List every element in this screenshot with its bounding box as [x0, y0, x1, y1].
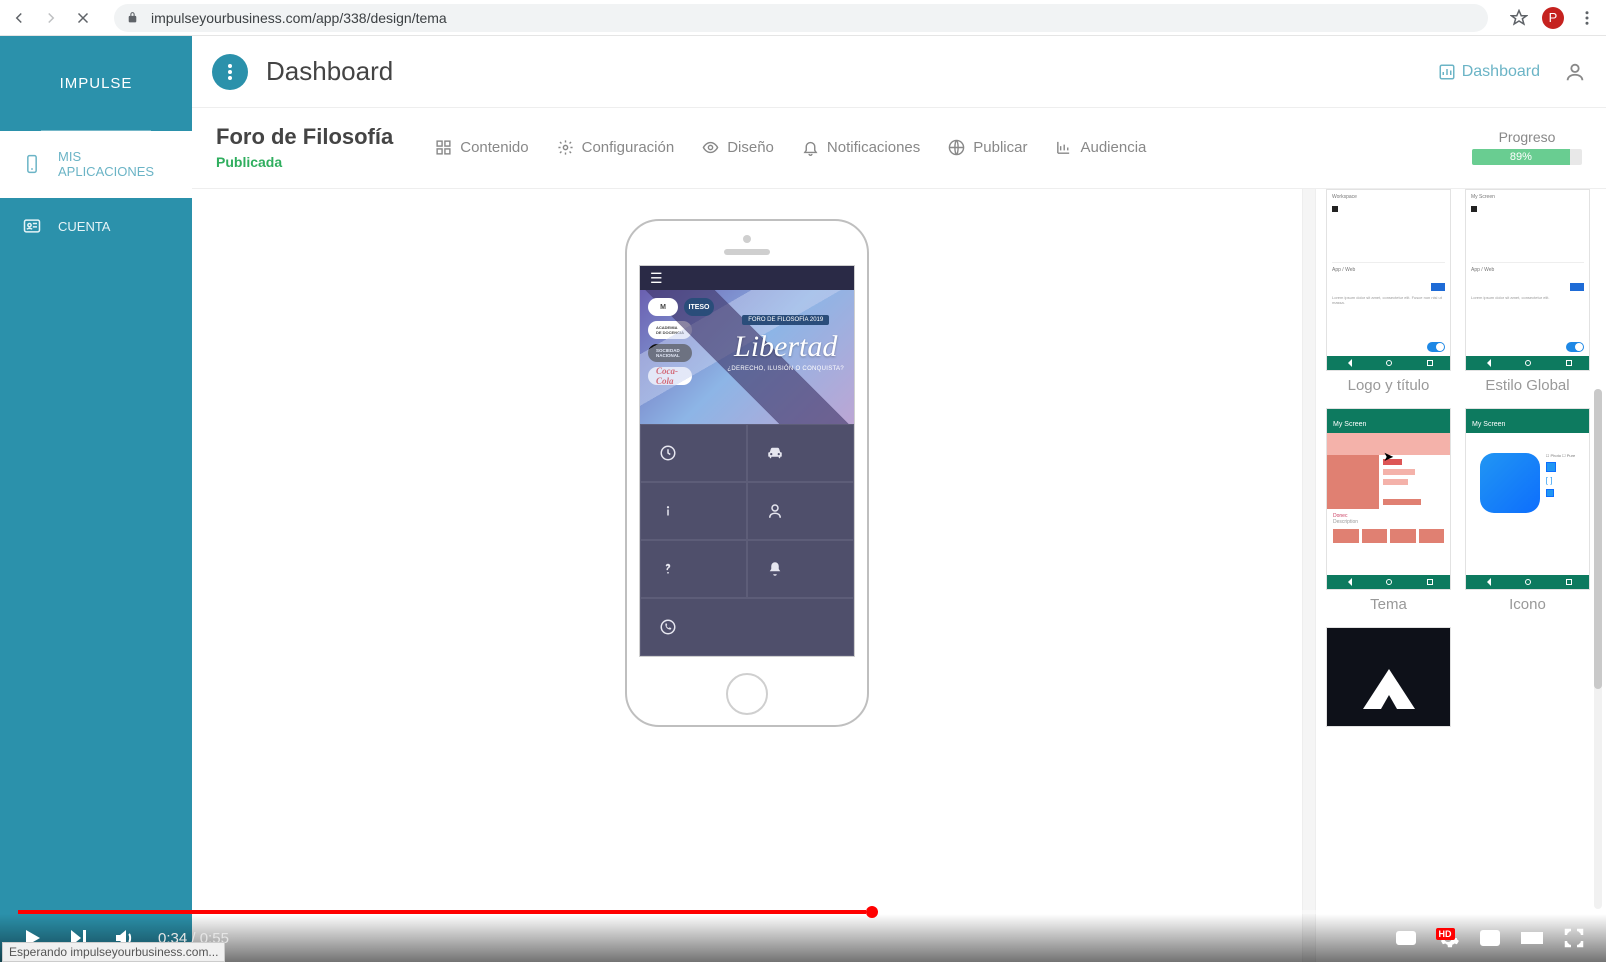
progress-label: Progreso — [1499, 129, 1556, 145]
sidebar-item-label: MIS APLICACIONES — [58, 149, 170, 179]
profile-avatar[interactable]: P — [1542, 7, 1564, 29]
theme-label: Tema — [1326, 596, 1451, 613]
theme-card-icono[interactable]: My Screen ☐ Photo ☐ Pure [ ] — [1465, 408, 1590, 613]
eye-icon — [702, 139, 719, 156]
menu-cell[interactable] — [640, 540, 747, 598]
banner-title: Libertad — [727, 330, 844, 364]
cursor-icon: ➤ — [1383, 449, 1394, 465]
hamburger-icon[interactable]: ☰ — [650, 270, 663, 287]
phone-mockup: ☰ M ITESO ACADEMIA DE DOCENCIA SOCIEDAD … — [625, 219, 869, 727]
sidebar-item-apps[interactable]: MIS APLICACIONES — [0, 131, 192, 198]
app-tabbar: Foro de Filosofía Publicada Contenido Co… — [192, 108, 1606, 189]
theme-card-estilo[interactable]: My Screen App / Web Lorem ipsum dolor si… — [1465, 189, 1590, 394]
main-content: Dashboard Dashboard Foro de Filosofía Pu… — [192, 36, 1606, 962]
url-text: impulseyourbusiness.com/app/338/design/t… — [151, 10, 447, 26]
progress-value: 89% — [1472, 149, 1570, 165]
back-button[interactable] — [10, 9, 28, 27]
sponsor-pill: SOCIEDAD NACIONAL — [648, 344, 692, 362]
tab-configuracion[interactable]: Configuración — [557, 139, 675, 156]
theme-card-screen[interactable] — [1326, 627, 1451, 727]
sponsor-logo: M — [648, 298, 678, 316]
address-bar[interactable]: impulseyourbusiness.com/app/338/design/t… — [114, 4, 1488, 32]
app-status: Publicada — [216, 154, 393, 170]
theme-card-logo[interactable]: Workspace App / Web Lorem ipsum dolor si… — [1326, 189, 1451, 394]
tab-diseno[interactable]: Diseño — [702, 139, 774, 156]
menu-cell[interactable] — [640, 424, 747, 482]
menu-cell[interactable] — [747, 424, 854, 482]
lock-icon — [126, 11, 139, 24]
sidebar: IMPULSE MIS APLICACIONES CUENTA — [0, 36, 192, 962]
bell-icon — [766, 560, 784, 578]
menu-cell[interactable] — [640, 598, 854, 656]
sponsor-pill: Coca-Cola — [648, 367, 692, 385]
globe-icon — [948, 139, 965, 156]
banner-top-label: FORO DE FILOSOFÍA 2019 — [742, 315, 829, 325]
forward-button[interactable] — [42, 9, 60, 27]
sponsor-pill: ACADEMIA DE DOCENCIA — [648, 321, 692, 339]
scroll-gap — [1302, 189, 1316, 962]
app-menu-grid — [640, 424, 854, 656]
theme-label: Logo y título — [1326, 377, 1451, 394]
banner-subtitle: ¿DERECHO, ILUSIÓN O CONQUISTA? — [727, 366, 844, 372]
toggle-icon — [1427, 342, 1445, 352]
menu-cell[interactable] — [747, 540, 854, 598]
app-banner: M ITESO ACADEMIA DE DOCENCIA SOCIEDAD NA… — [640, 290, 854, 424]
browser-status-text: Esperando impulseyourbusiness.com... — [2, 942, 225, 962]
gear-icon — [557, 139, 574, 156]
progress-block: Progreso 89% — [1472, 129, 1582, 165]
preview-canvas: ☰ M ITESO ACADEMIA DE DOCENCIA SOCIEDAD … — [192, 189, 1302, 962]
triangle-logo-icon — [1363, 669, 1415, 709]
stop-button[interactable] — [74, 9, 92, 27]
tab-contenido[interactable]: Contenido — [435, 139, 528, 156]
app-topbar: ☰ — [640, 266, 854, 290]
header-menu-button[interactable] — [212, 54, 248, 90]
home-button[interactable] — [726, 673, 768, 715]
theme-label: Icono — [1465, 596, 1590, 613]
chrome-menu-icon[interactable] — [1578, 9, 1596, 27]
tab-notificaciones[interactable]: Notificaciones — [802, 139, 920, 156]
grid-icon — [435, 139, 452, 156]
question-icon — [659, 560, 677, 578]
bell-icon — [802, 139, 819, 156]
sidebar-item-account[interactable]: CUENTA — [0, 198, 192, 254]
chart-icon — [1055, 139, 1072, 156]
scrollbar[interactable] — [1594, 389, 1602, 909]
browser-chrome: impulseyourbusiness.com/app/338/design/t… — [0, 0, 1606, 36]
phone-icon — [22, 154, 42, 174]
app-icon-preview — [1480, 453, 1540, 513]
menu-cell[interactable] — [640, 482, 747, 540]
brand-logo[interactable]: IMPULSE — [0, 36, 192, 130]
page-title: Dashboard — [266, 56, 393, 87]
tab-publicar[interactable]: Publicar — [948, 139, 1027, 156]
user-icon — [766, 502, 784, 520]
toggle-icon — [1566, 342, 1584, 352]
app-name: Foro de Filosofía — [216, 124, 393, 150]
progress-bar: 89% — [1472, 149, 1582, 165]
theme-panel: Workspace App / Web Lorem ipsum dolor si… — [1316, 189, 1606, 962]
tab-audiencia[interactable]: Audiencia — [1055, 139, 1146, 156]
top-header: Dashboard Dashboard — [192, 36, 1606, 108]
bookmark-star-icon[interactable] — [1510, 9, 1528, 27]
theme-card-tema[interactable]: My Screen ➤ DonecDescription — [1326, 408, 1451, 613]
dashboard-link[interactable]: Dashboard — [1438, 63, 1540, 81]
theme-label: Estilo Global — [1465, 377, 1590, 394]
phone-screen: ☰ M ITESO ACADEMIA DE DOCENCIA SOCIEDAD … — [639, 265, 855, 657]
sponsor-logo: ITESO — [684, 298, 714, 316]
menu-cell[interactable] — [747, 482, 854, 540]
dashboard-icon — [1438, 63, 1456, 81]
id-card-icon — [22, 216, 42, 236]
sidebar-item-label: CUENTA — [58, 219, 110, 234]
info-icon — [659, 502, 677, 520]
user-icon[interactable] — [1564, 61, 1586, 83]
clock-icon — [659, 444, 677, 462]
whatsapp-icon — [659, 618, 677, 636]
car-icon — [766, 444, 784, 462]
